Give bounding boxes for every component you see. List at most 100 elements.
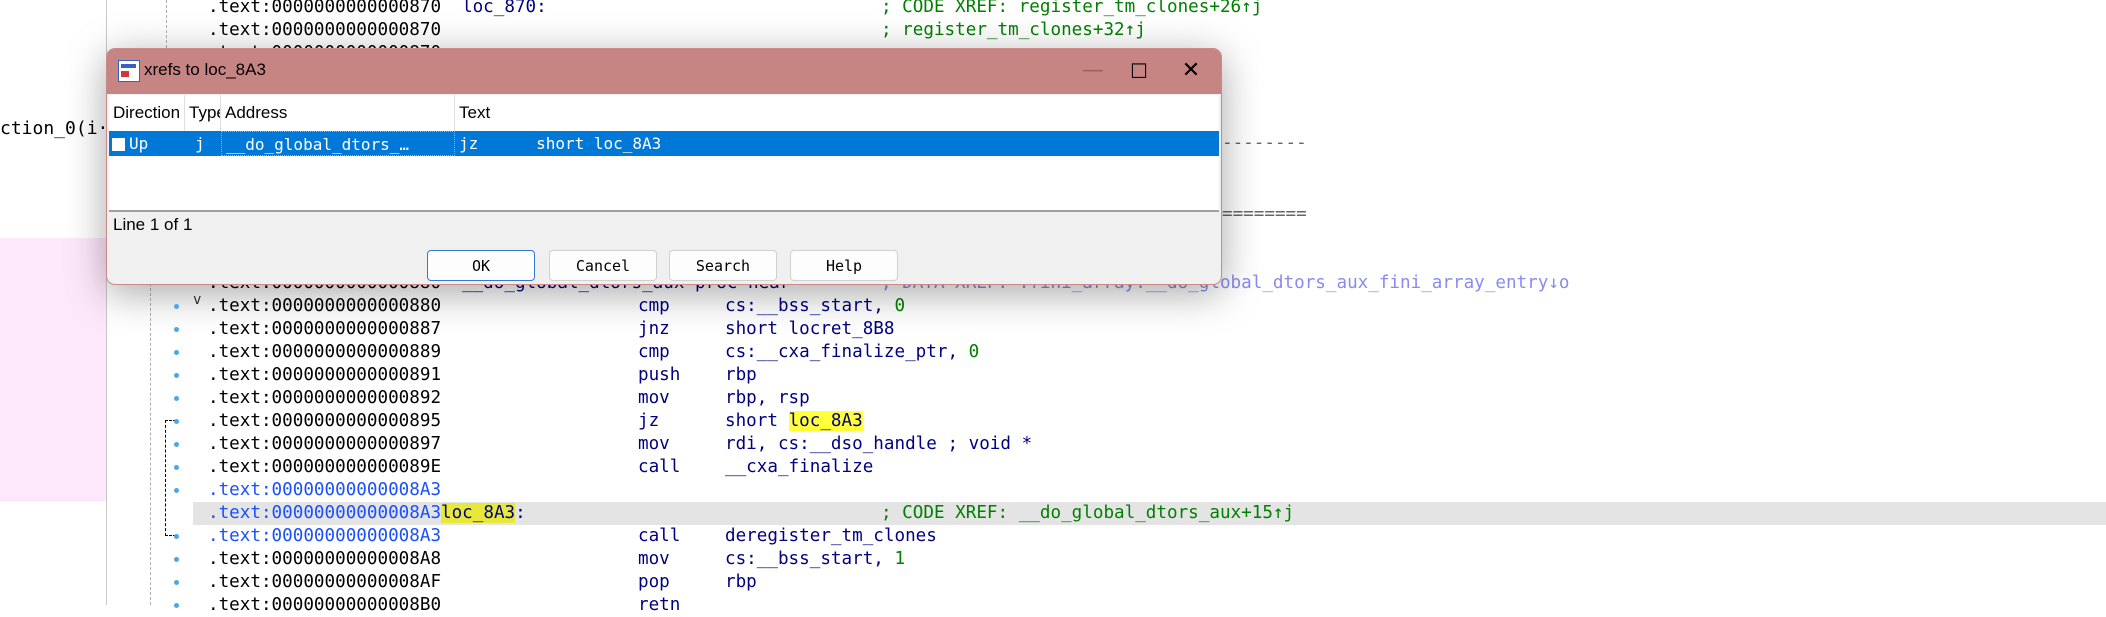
breakpoint-dot-icon[interactable] — [174, 534, 179, 539]
code-line[interactable]: .text:00000000000008A8 mov cs:__bss_start,… — [107, 548, 2106, 571]
address: .text:0000000000000895 — [208, 411, 442, 431]
address: .text:000000000000089E — [208, 457, 442, 477]
operand-text: rbp, rsp — [725, 388, 810, 408]
column-header-text[interactable]: Text — [455, 95, 1219, 131]
operands: rbp, rsp — [725, 387, 810, 410]
highlighted-operand[interactable]: loc_8A3 — [788, 411, 863, 431]
code-line[interactable]: .text:0000000000000892 mov rbp, rsp — [107, 387, 2106, 410]
code-line[interactable]: .text:0000000000000870 ; register_tm_clon… — [107, 19, 2106, 42]
comment: ; CODE XREF: register_tm_clones+26↑j — [881, 0, 1263, 17]
function-name-fragment[interactable]: ction_0(i· — [0, 118, 108, 139]
operand-text: rdi, cs:__dso_handle ; void * — [725, 434, 1033, 454]
address: .text:0000000000000891 — [208, 365, 442, 385]
operand-text: short — [725, 411, 789, 431]
address: .text:0000000000000870 — [208, 0, 442, 17]
xref-address: __do_global_dtors_… — [221, 131, 455, 156]
minimize-button[interactable]: — — [1073, 53, 1113, 89]
code-line[interactable]: .text:00000000000008B0 retn — [107, 594, 2106, 617]
breakpoint-dot-icon[interactable] — [174, 442, 179, 447]
address: .text:00000000000008A3 — [208, 503, 442, 523]
xref-type: j — [195, 134, 205, 153]
comment: ; register_tm_clones+32↑j — [881, 20, 1146, 40]
dialog-title: xrefs to loc_8A3 — [144, 60, 266, 79]
code-line[interactable]: .text:00000000000008A3 — [107, 479, 2106, 502]
breakpoint-dot-icon[interactable] — [174, 304, 179, 309]
ok-button[interactable]: OK — [427, 250, 535, 281]
highlighted-label[interactable]: loc_8A3 — [441, 503, 516, 523]
address: .text:0000000000000892 — [208, 388, 442, 408]
label-colon: : — [515, 503, 526, 523]
search-button[interactable]: Search — [669, 250, 777, 281]
column-header-address[interactable]: Address — [221, 95, 455, 131]
column-header-type[interactable]: Type — [185, 95, 221, 131]
address: .text:0000000000000889 — [208, 342, 442, 362]
label: loc_8A3: — [441, 502, 526, 525]
comment: ; CODE XREF: __do_global_dtors_aux+15↑j — [881, 503, 1295, 523]
operands: rbp — [725, 571, 757, 594]
breakpoint-dot-icon[interactable] — [174, 580, 179, 585]
operand-text: rbp — [725, 572, 757, 592]
column-header-direction[interactable]: Direction — [109, 95, 185, 131]
mnemonic: mov — [638, 434, 670, 454]
breakpoint-dot-icon[interactable] — [174, 465, 179, 470]
xref-row[interactable]: Up j __do_global_dtors_… jz short loc_8A… — [109, 131, 1219, 156]
operand-text: short locret_8B8 — [725, 319, 895, 339]
mnemonic: mov — [638, 549, 670, 569]
operand-text: cs:__bss_start, — [725, 296, 895, 316]
breakpoint-dot-icon[interactable] — [174, 350, 179, 355]
operands: cs:__bss_start, 1 — [725, 548, 905, 571]
xref-direction: Up — [129, 134, 149, 153]
breakpoint-dot-icon[interactable] — [174, 557, 179, 562]
code-line[interactable]: .text:0000000000000870 loc_870: ; CODE XRE… — [107, 0, 2106, 19]
address: .text:00000000000008A3 — [208, 526, 442, 546]
label: loc_870: — [462, 0, 547, 17]
address: .text:00000000000008B0 — [208, 595, 442, 615]
breakpoint-dot-icon[interactable] — [174, 327, 179, 332]
cancel-button[interactable]: Cancel — [549, 250, 657, 281]
address: .text:00000000000008A3 — [208, 480, 442, 500]
code-line[interactable]: .text:0000000000000891 push rbp — [107, 364, 2106, 387]
operand-text: cs:__bss_start, — [725, 549, 895, 569]
code-line[interactable]: .text:000000000000089E call __cxa_finalize — [107, 456, 2106, 479]
left-panel: ction_0(i· — [0, 0, 108, 605]
immediate-value: 0 — [968, 342, 980, 362]
breakpoint-dot-icon[interactable] — [174, 488, 179, 493]
operands: short locret_8B8 — [725, 318, 894, 341]
separator-double: ======== — [1222, 204, 1307, 224]
code-line[interactable]: .text:0000000000000895 jz short loc_8A3 — [107, 410, 2106, 433]
xrefs-list[interactable]: Direction Type Address Text Up j __do_gl… — [109, 95, 1219, 212]
highlighted-region — [0, 238, 106, 501]
code-line[interactable]: .text:00000000000008A3 loc_8A3: ; CODE XRE… — [193, 502, 2106, 525]
ida-app-icon — [118, 60, 140, 82]
xref-text: jz short loc_8A3 — [459, 134, 662, 153]
immediate-value: 0 — [894, 296, 906, 316]
breakpoint-dot-icon[interactable] — [174, 419, 179, 424]
mnemonic: pop — [638, 572, 670, 592]
help-button[interactable]: Help — [790, 250, 898, 281]
operands: cs:__bss_start, 0 — [725, 295, 905, 318]
breakpoint-dot-icon[interactable] — [174, 603, 179, 608]
address: .text:0000000000000897 — [208, 434, 442, 454]
mnemonic: jnz — [638, 319, 670, 339]
status-line: Line 1 of 1 — [113, 215, 193, 234]
code-line[interactable]: .text:0000000000000897 mov rdi, cs:__dso_h… — [107, 433, 2106, 456]
operands: cs:__cxa_finalize_ptr, 0 — [725, 341, 979, 364]
code-line[interactable]: .text:0000000000000887 jnz short locret_8B… — [107, 318, 2106, 341]
mnemonic: retn — [638, 595, 681, 615]
dialog-titlebar[interactable]: xrefs to loc_8A3 — ☐ ✕ — [107, 49, 1221, 94]
breakpoint-dot-icon[interactable] — [174, 396, 179, 401]
address: .text:0000000000000880 — [208, 296, 442, 316]
mnemonic: cmp — [638, 342, 670, 362]
close-button[interactable]: ✕ — [1171, 53, 1211, 89]
code-line[interactable]: .text:00000000000008AF pop rbp — [107, 571, 2106, 594]
breakpoint-dot-icon[interactable] — [174, 373, 179, 378]
address: .text:0000000000000870 — [208, 20, 442, 40]
code-line[interactable]: .text:0000000000000880 cmp cs:__bss_start,… — [107, 295, 2106, 318]
code-line[interactable]: .text:0000000000000889 cmp cs:__cxa_finali… — [107, 341, 2106, 364]
xrefs-dialog[interactable]: xrefs to loc_8A3 — ☐ ✕ Direction Type Ad… — [106, 48, 1222, 285]
operands: rbp — [725, 364, 757, 387]
mnemonic: jz — [638, 411, 660, 431]
operands: short loc_8A3 — [725, 410, 863, 433]
code-line[interactable]: .text:00000000000008A3 call deregister_tm_… — [107, 525, 2106, 548]
maximize-button[interactable]: ☐ — [1119, 53, 1159, 89]
